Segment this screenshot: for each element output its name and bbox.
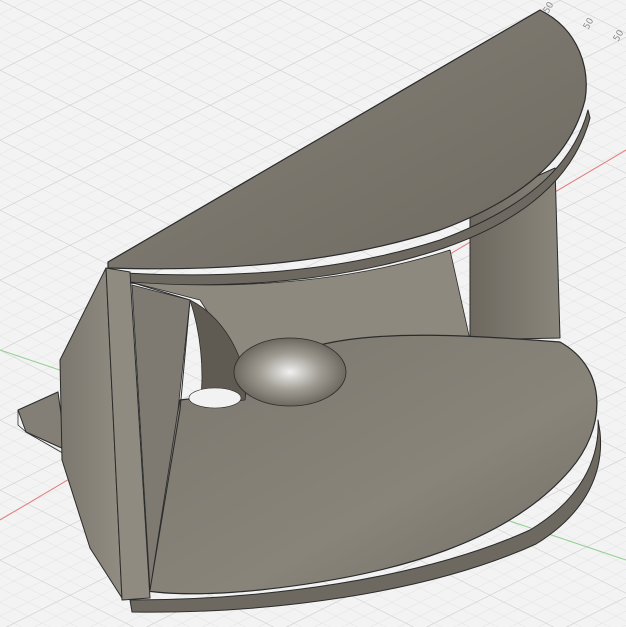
cad-viewport[interactable]: 50 50 50 <box>0 0 626 627</box>
3d-scene[interactable]: 50 50 50 <box>0 0 626 627</box>
throat-hole <box>188 387 242 409</box>
throat-opening[interactable] <box>233 337 347 407</box>
